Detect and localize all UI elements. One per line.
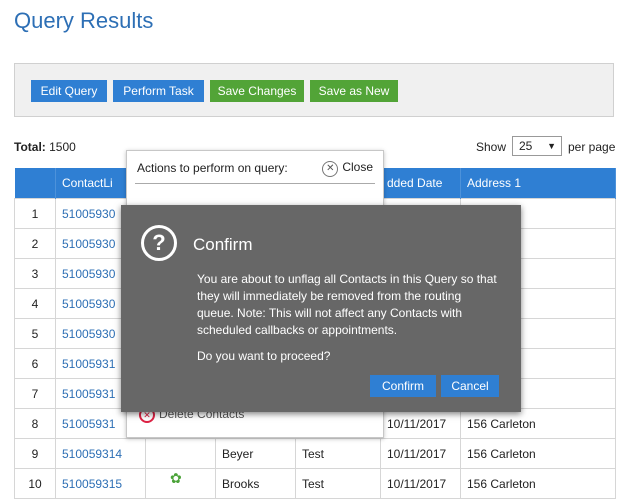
last-name-cell: Beyer [215,438,296,469]
address-cell: 156 Carleton [460,468,616,499]
row-number: 8 [14,408,56,439]
total-count: Total: 1500 [14,140,76,154]
confirm-button[interactable]: Confirm [370,375,436,397]
row-number: 2 [14,228,56,259]
chevron-down-icon: ▼ [547,141,556,151]
row-number: 1 [14,198,56,229]
confirm-message: You are about to unflag all Contacts in … [197,272,497,337]
confirm-title: Confirm [193,235,253,254]
contact-id-link[interactable]: 510059314 [55,438,146,469]
last-name-cell: Brooks [215,468,296,499]
table-row[interactable]: 9 510059314 Beyer Test 10/11/2017 156 Carleto… [14,438,616,469]
row-number: 7 [14,378,56,409]
close-label: Close [342,160,373,174]
per-page-select[interactable]: 25 ▼ [512,136,562,156]
row-number: 6 [14,348,56,379]
first-name-cell: Test [295,438,381,469]
date-cell: 10/11/2017 [380,438,461,469]
total-value: 1500 [49,140,76,154]
date-cell: 10/11/2017 [380,468,461,499]
confirm-prompt: Do you want to proceed? [197,349,331,363]
actions-panel-title: Actions to perform on query: [137,161,288,175]
page-title: Query Results [14,8,154,33]
close-button[interactable]: ✕ Close [322,160,373,177]
flag-cell [145,438,216,469]
table-row[interactable]: 10 510059315 Brooks Test 10/11/2017 156 Carle… [14,468,616,499]
column-header[interactable]: dded Date [380,168,461,199]
row-number: 4 [14,288,56,319]
row-number: 10 [14,468,56,499]
cancel-button[interactable]: Cancel [441,375,499,397]
first-name-cell: Test [295,468,381,499]
edit-query-button[interactable]: Edit Query [31,80,107,102]
question-icon: ? [141,225,177,261]
divider [135,183,375,184]
address-cell: 156 Carleton [460,408,616,439]
perform-task-button[interactable]: Perform Task [113,80,204,102]
date-cell: 10/11/2017 [380,408,461,439]
per-page-value: 25 [519,139,533,153]
per-page-label: per page [568,140,616,154]
row-number: 9 [14,438,56,469]
confirm-dialog: ? Confirm You are about to unflag all Co… [121,205,521,412]
contact-id-link[interactable]: 510059315 [55,468,146,499]
address-cell: 156 Carleton [460,438,616,469]
column-header[interactable]: Address 1 [460,168,616,199]
save-changes-button[interactable]: Save Changes [210,80,304,102]
total-label: Total: [14,140,46,154]
show-label: Show [476,140,507,154]
column-header[interactable] [14,168,56,199]
save-as-new-button[interactable]: Save as New [310,80,398,102]
close-icon: ✕ [322,161,339,177]
row-number: 5 [14,318,56,349]
leaf-icon: ✿ [170,470,182,486]
query-toolbar: Edit Query Perform Task Save Changes Sav… [14,63,614,117]
row-number: 3 [14,258,56,289]
